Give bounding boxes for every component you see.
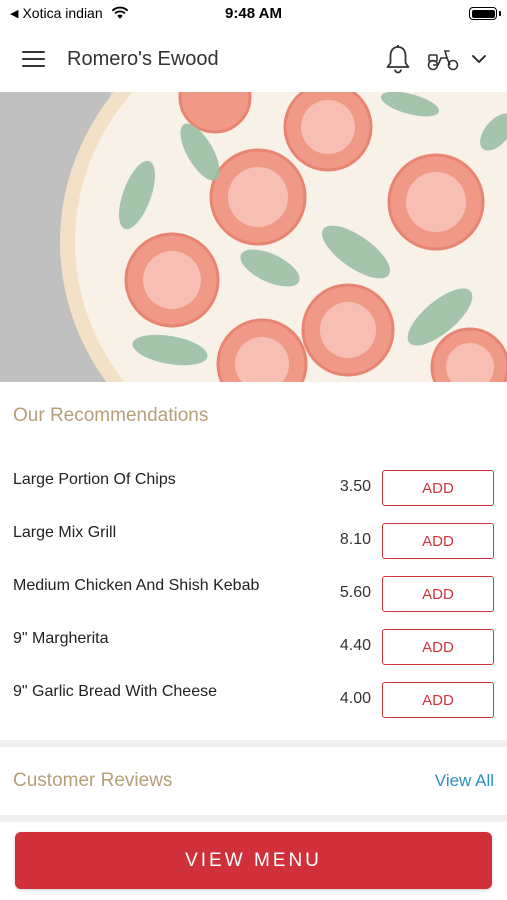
app-header: Romero's Ewood	[0, 28, 507, 92]
item-price: 3.50	[339, 478, 371, 495]
item-price: 4.40	[339, 637, 371, 654]
add-button[interactable]: ADD	[382, 629, 494, 665]
item-name: Medium Chicken And Shish Kebab	[13, 577, 260, 594]
list-item: Large Portion Of Chips 3.50 ADD	[0, 461, 507, 514]
bell-icon[interactable]	[384, 44, 412, 74]
add-button[interactable]: ADD	[382, 470, 494, 506]
list-item: 9" Garlic Bread With Cheese 4.00 ADD	[0, 673, 507, 726]
section-divider	[0, 815, 507, 822]
view-all-link[interactable]: View All	[435, 771, 494, 791]
item-price: 5.60	[339, 584, 371, 601]
item-name: Large Mix Grill	[13, 524, 117, 541]
battery-cap	[499, 11, 501, 16]
item-price: 4.00	[339, 690, 371, 707]
pizza-illustration	[0, 92, 507, 382]
add-button[interactable]: ADD	[382, 523, 494, 559]
view-menu-button[interactable]: VIEW MENU	[15, 832, 492, 889]
item-name: 9" Margherita	[13, 630, 109, 647]
restaurant-name: Romero's Ewood	[67, 48, 219, 70]
recommendations-title: Our Recommendations	[13, 405, 209, 426]
status-bar: ◀ Xotica indian 9:48 AM	[0, 0, 507, 28]
list-item: Medium Chicken And Shish Kebab 5.60 ADD	[0, 567, 507, 620]
list-item: Large Mix Grill 8.10 ADD	[0, 514, 507, 567]
list-item: 9" Margherita 4.40 ADD	[0, 620, 507, 673]
hero-pizza-image	[0, 92, 507, 382]
item-price: 8.10	[339, 531, 371, 548]
add-button[interactable]: ADD	[382, 682, 494, 718]
battery-icon	[469, 7, 497, 20]
add-button[interactable]: ADD	[382, 576, 494, 612]
battery-fill	[471, 9, 495, 18]
status-time: 9:48 AM	[225, 5, 282, 22]
chevron-down-icon[interactable]	[470, 52, 488, 66]
item-name: 9" Garlic Bread With Cheese	[13, 683, 217, 700]
section-divider	[0, 740, 507, 747]
item-name: Large Portion Of Chips	[13, 471, 176, 488]
menu-icon[interactable]	[22, 51, 46, 69]
scooter-icon[interactable]	[426, 46, 460, 72]
reviews-title: Customer Reviews	[13, 770, 173, 791]
